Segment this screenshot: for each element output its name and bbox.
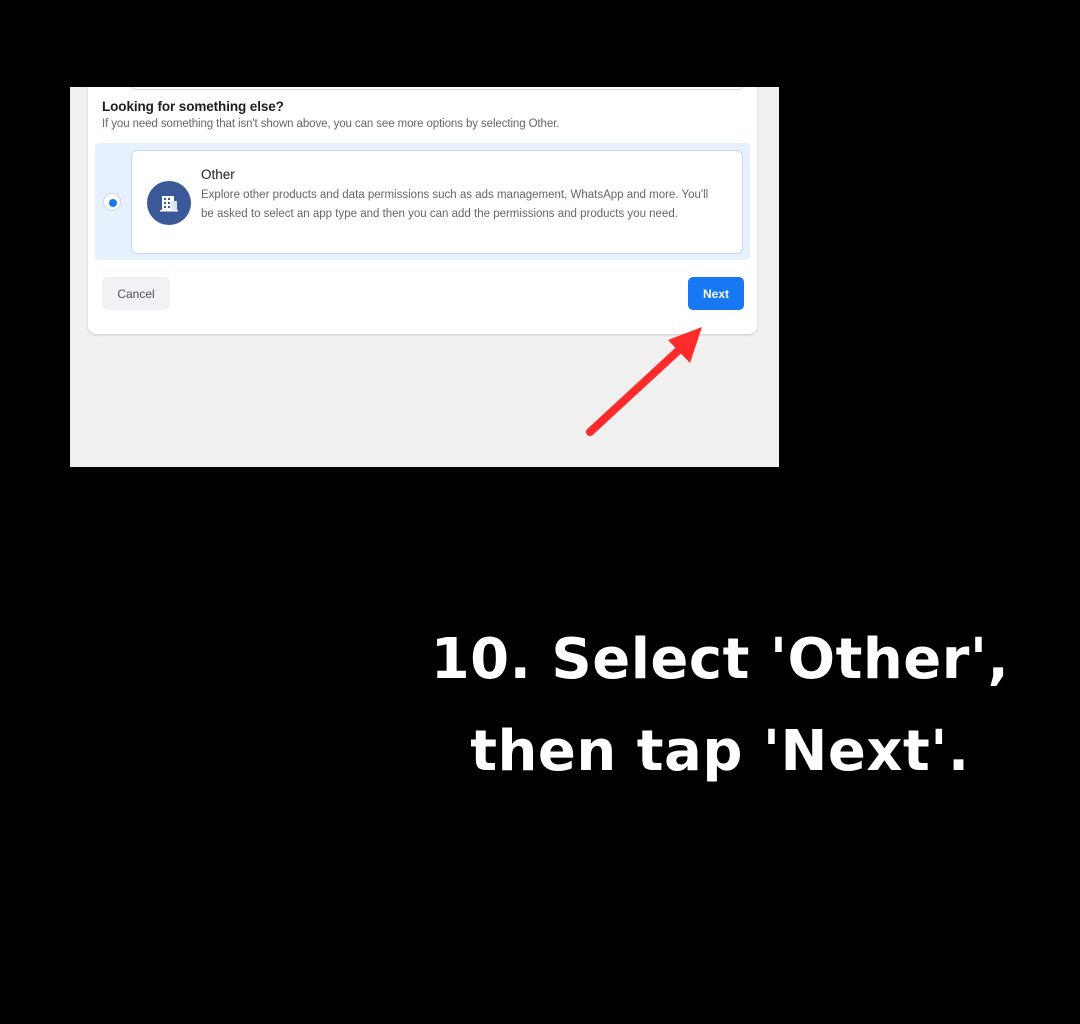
caption-line-2: then tap 'Next'. [470, 719, 970, 784]
option-other-radio[interactable] [104, 194, 120, 210]
cancel-button[interactable]: Cancel [102, 277, 170, 310]
tutorial-slide: Looking for something else? If you need … [0, 0, 1080, 1024]
instruction-caption: 10. Select 'Other', then tap 'Next'. [380, 614, 1060, 798]
previous-option-edge [130, 87, 744, 90]
radio-selected-dot [109, 199, 117, 207]
screenshot-panel: Looking for something else? If you need … [70, 87, 779, 467]
section-heading: Looking for something else? [102, 99, 284, 114]
section-subheading: If you need something that isn't shown a… [102, 118, 560, 130]
option-other-row[interactable]: Other Explore other products and data pe… [95, 143, 750, 260]
building-icon [147, 181, 191, 225]
next-button[interactable]: Next [688, 277, 744, 310]
dialog-card: Looking for something else? If you need … [88, 87, 757, 334]
option-title: Other [201, 167, 235, 182]
option-other-card[interactable]: Other Explore other products and data pe… [131, 150, 743, 254]
option-description: Explore other products and data permissi… [201, 189, 709, 220]
caption-line-1: 10. Select 'Other', [430, 627, 1010, 692]
